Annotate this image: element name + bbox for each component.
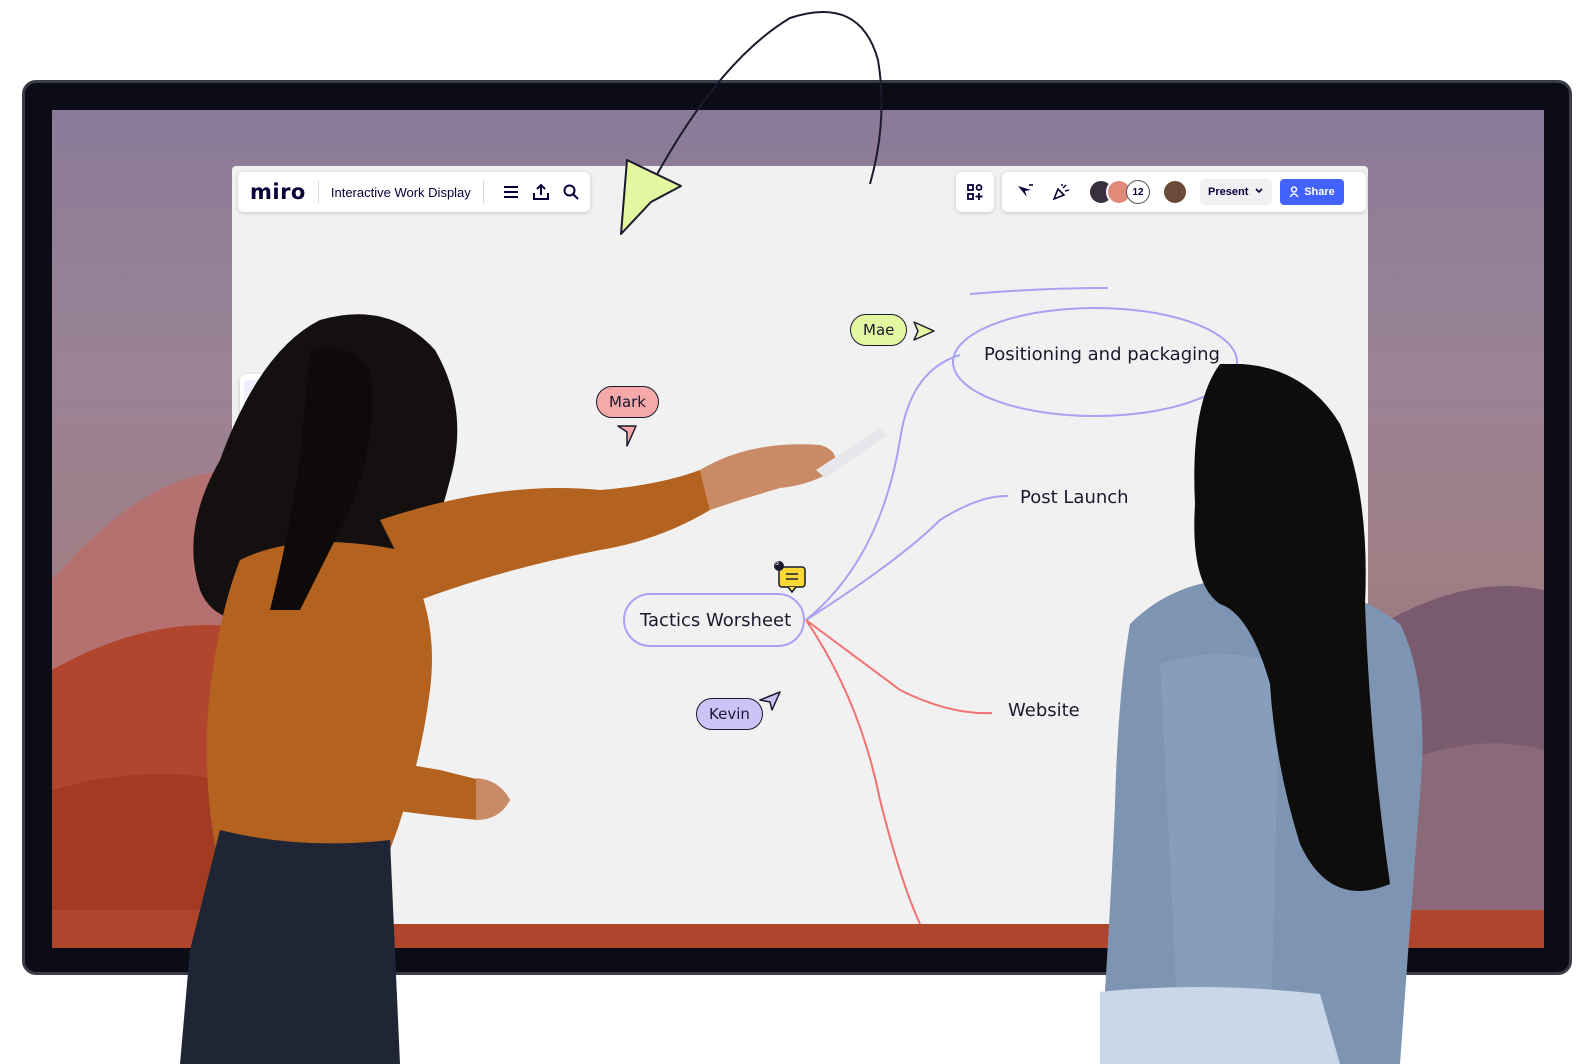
cursor-pointer-icon (913, 321, 935, 341)
drawn-arrow-icon (620, 159, 682, 235)
mindmap-node-positioning[interactable]: Positioning and packaging (984, 344, 1220, 365)
menu-icon[interactable] (496, 177, 526, 207)
cursor-icon[interactable] (1010, 177, 1040, 207)
mindmap-node-website[interactable]: Website (1008, 700, 1080, 721)
collaboration-toolbar: 12 Present Share (1002, 172, 1366, 212)
current-user-avatar[interactable] (1162, 179, 1188, 205)
share-label: Share (1304, 186, 1335, 198)
board-title[interactable]: Interactive Work Display (331, 185, 471, 200)
shape-icon[interactable] (244, 488, 272, 516)
user-icon (1289, 186, 1299, 198)
mindmap-root-node[interactable]: Tactics Worsheet (640, 610, 791, 631)
board-header-toolbar: miro Interactive Work Display (238, 172, 590, 212)
cursor-label-mae: Mae (850, 314, 908, 346)
chevron-down-icon (1254, 186, 1264, 199)
miro-logo[interactable]: miro (250, 180, 306, 204)
sticky-note-icon[interactable] (244, 452, 272, 480)
cursor-label-kevin: Kevin (696, 698, 763, 730)
present-button[interactable]: Present (1200, 179, 1272, 205)
present-label: Present (1208, 186, 1249, 198)
export-icon[interactable] (526, 177, 556, 207)
cursor-pointer-icon (759, 691, 781, 711)
comment-count: 3 (775, 560, 779, 567)
divider (317, 181, 319, 203)
share-button[interactable]: Share (1280, 179, 1344, 205)
collaborators-group[interactable]: 12 (1088, 179, 1150, 205)
search-icon[interactable] (556, 177, 586, 207)
apps-toolbar (956, 172, 994, 212)
cursor-pointer-icon (617, 425, 637, 447)
comment-icon (774, 561, 806, 594)
comment-bubble[interactable]: 3 (774, 560, 808, 599)
select-icon[interactable] (244, 380, 272, 408)
text-icon[interactable] (244, 416, 272, 444)
collaborators-count: 12 (1126, 180, 1150, 204)
cursor-label-mark: Mark (596, 386, 659, 418)
mindmap-node-post-launch[interactable]: Post Launch (1020, 487, 1129, 508)
apps-icon[interactable] (960, 177, 990, 207)
divider (482, 181, 484, 203)
mindmap-connectors (623, 11, 1238, 925)
tools-sidebar (240, 374, 276, 530)
reaction-icon[interactable] (1046, 177, 1076, 207)
